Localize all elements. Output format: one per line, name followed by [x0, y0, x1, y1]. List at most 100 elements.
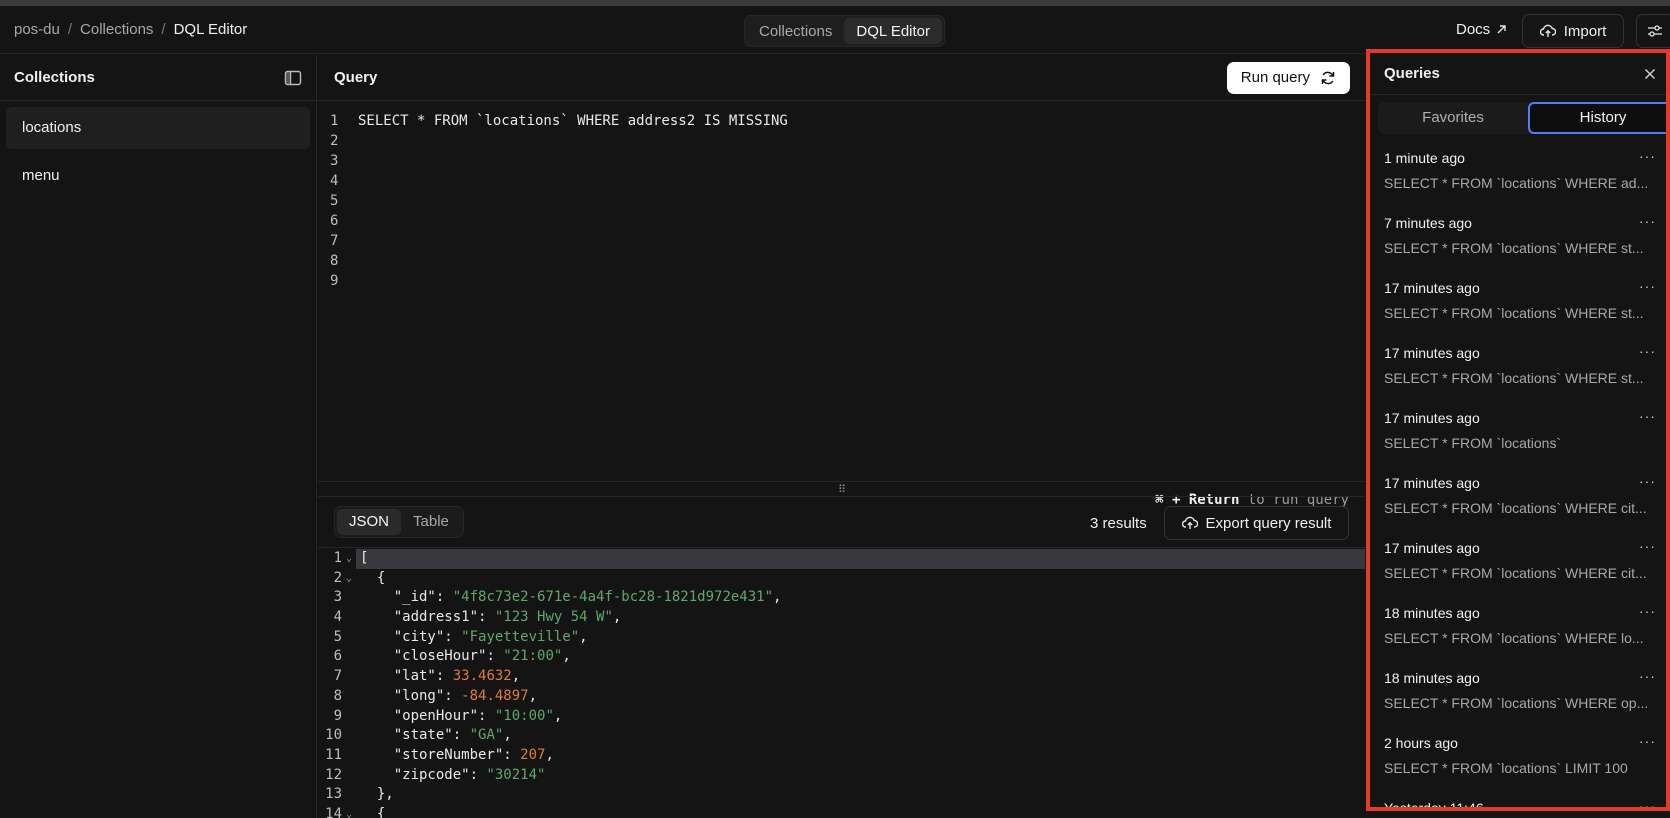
json-line-code: { — [356, 569, 385, 589]
json-line: 13 }, — [318, 785, 1365, 805]
more-options-icon[interactable]: ··· — [1639, 668, 1656, 684]
tab-history[interactable]: History — [1528, 102, 1666, 134]
json-punctuation: : — [486, 648, 504, 665]
json-punctuation: : — [478, 707, 495, 724]
history-item[interactable]: 7 minutes ago SELECT * FROM `locations` W… — [1370, 207, 1666, 272]
history-item[interactable]: 17 minutes ago SELECT * FROM `locations` ·… — [1370, 402, 1666, 467]
breadcrumb-app[interactable]: pos-du — [14, 21, 60, 38]
editor-line: 5 — [318, 191, 1365, 211]
json-line-code: "closeHour": "21:00", — [356, 647, 571, 667]
tab-collections[interactable]: Collections — [747, 18, 844, 44]
sidebar-toggle-icon[interactable] — [284, 70, 302, 86]
tab-json[interactable]: JSON — [337, 509, 402, 535]
more-options-icon[interactable]: ··· — [1639, 798, 1656, 807]
cloud-upload-icon — [1181, 516, 1198, 529]
json-string: "10:00" — [494, 707, 554, 724]
more-options-icon[interactable]: ··· — [1639, 148, 1656, 164]
json-punctuation: : — [435, 668, 453, 685]
history-item[interactable]: 17 minutes ago SELECT * FROM `locations` … — [1370, 337, 1666, 402]
more-options-icon[interactable]: ··· — [1639, 343, 1656, 359]
editor-line: 4 — [318, 171, 1365, 191]
json-string: "GA" — [469, 727, 504, 744]
query-editor-lines: 1 SELECT * FROM `locations` WHERE address… — [318, 102, 1365, 291]
fold-chevron-icon[interactable]: ⌄ — [342, 549, 356, 569]
json-punctuation: , — [503, 727, 512, 744]
history-time: 17 minutes ago — [1384, 475, 1480, 491]
editor-line: 7 — [318, 231, 1365, 251]
sidebar-item-locations[interactable]: locations — [6, 107, 310, 149]
editor-line: 3 — [318, 151, 1365, 171]
json-line: 12 "zipcode": "30214" — [318, 766, 1365, 786]
more-options-icon[interactable]: ··· — [1639, 278, 1656, 294]
json-line: 14 ⌄ { — [318, 805, 1365, 818]
query-editor[interactable]: 1 SELECT * FROM `locations` WHERE address… — [318, 102, 1365, 538]
line-number: 7 — [330, 233, 339, 249]
editor-line: 9 — [318, 271, 1365, 291]
json-punctuation — [360, 668, 394, 684]
history-item[interactable]: 1 minute ago SELECT * FROM `locations` WH… — [1370, 142, 1666, 207]
json-line-code: }, — [356, 785, 394, 805]
docs-link[interactable]: Docs — [1456, 21, 1507, 38]
editor-line-code — [348, 171, 358, 191]
editor-line-code — [348, 151, 358, 171]
json-line: 4 "address1": "123 Hwy 54 W", — [318, 608, 1365, 628]
history-item[interactable]: 18 minutes ago SELECT * FROM `locations` … — [1370, 662, 1666, 727]
results-count: 3 results — [1090, 515, 1147, 532]
history-time: 2 hours ago — [1384, 735, 1458, 751]
run-query-label: Run query — [1240, 69, 1310, 86]
json-string: "21:00" — [503, 648, 563, 665]
history-query: SELECT * FROM `locations` — [1384, 435, 1562, 451]
more-options-icon[interactable]: ··· — [1639, 213, 1656, 229]
more-options-icon[interactable]: ··· — [1639, 538, 1656, 554]
external-link-icon — [1497, 25, 1506, 34]
json-punctuation: : — [435, 589, 453, 606]
line-number: 13 — [325, 786, 342, 803]
editor-line-code — [348, 191, 358, 211]
json-punctuation: : — [478, 609, 495, 626]
tab-favorites[interactable]: Favorites — [1378, 102, 1528, 134]
json-line-code: "zipcode": "30214" — [356, 766, 546, 786]
more-options-icon[interactable]: ··· — [1639, 473, 1656, 489]
history-item[interactable]: 2 hours ago SELECT * FROM `locations` LIM… — [1370, 727, 1666, 792]
line-number: 6 — [330, 213, 339, 229]
breadcrumb-collections[interactable]: Collections — [80, 21, 153, 38]
json-punctuation: , — [553, 707, 563, 724]
fold-chevron-icon[interactable]: ⌄ — [342, 569, 356, 589]
import-label: Import — [1563, 22, 1607, 40]
tab-table[interactable]: Table — [401, 509, 461, 535]
settings-button[interactable] — [1636, 14, 1670, 48]
line-number: 8 — [333, 687, 342, 704]
json-result-viewer[interactable]: 1 ⌄[2 ⌄ {3 "_id": "4f8c73e2-671e-4a4f-bc28… — [318, 549, 1365, 818]
history-time: 7 minutes ago — [1384, 215, 1472, 231]
sidebar-item-menu[interactable]: menu — [6, 155, 310, 197]
json-key: "state" — [393, 727, 453, 744]
import-button[interactable]: Import — [1522, 14, 1624, 48]
json-key: "storeNumber" — [393, 746, 504, 763]
line-number: 5 — [330, 193, 339, 209]
history-item[interactable]: 18 minutes ago SELECT * FROM `locations` … — [1370, 597, 1666, 662]
close-icon[interactable] — [1644, 68, 1656, 80]
history-item[interactable]: 17 minutes ago SELECT * FROM `locations` … — [1370, 467, 1666, 532]
export-label: Export query result — [1205, 514, 1332, 532]
more-options-icon[interactable]: ··· — [1639, 603, 1656, 619]
history-query: SELECT * FROM `locations` WHERE st... — [1384, 305, 1644, 321]
line-number: 12 — [325, 766, 342, 783]
history-item[interactable]: 17 minutes ago SELECT * FROM `locations` … — [1370, 532, 1666, 597]
more-options-icon[interactable]: ··· — [1639, 408, 1656, 424]
history-item[interactable]: 17 minutes ago SELECT * FROM `locations` … — [1370, 272, 1666, 337]
editor-line-code — [348, 251, 358, 271]
json-string: "Fayetteville" — [461, 628, 580, 645]
line-number: 9 — [330, 273, 339, 289]
fold-chevron-icon[interactable]: ⌄ — [342, 805, 356, 818]
sidebar-header: Collections — [0, 55, 316, 101]
resize-handle[interactable]: ⠿ — [318, 481, 1365, 497]
line-number: 4 — [330, 173, 339, 189]
run-query-button[interactable]: Run query — [1226, 61, 1350, 94]
json-punctuation — [360, 708, 394, 724]
export-query-result-button[interactable]: Export query result — [1164, 506, 1349, 540]
more-options-icon[interactable]: ··· — [1639, 733, 1656, 749]
tab-dql-editor[interactable]: DQL Editor — [844, 18, 943, 44]
history-item[interactable]: Yesterday 11:46 ··· — [1370, 792, 1666, 807]
